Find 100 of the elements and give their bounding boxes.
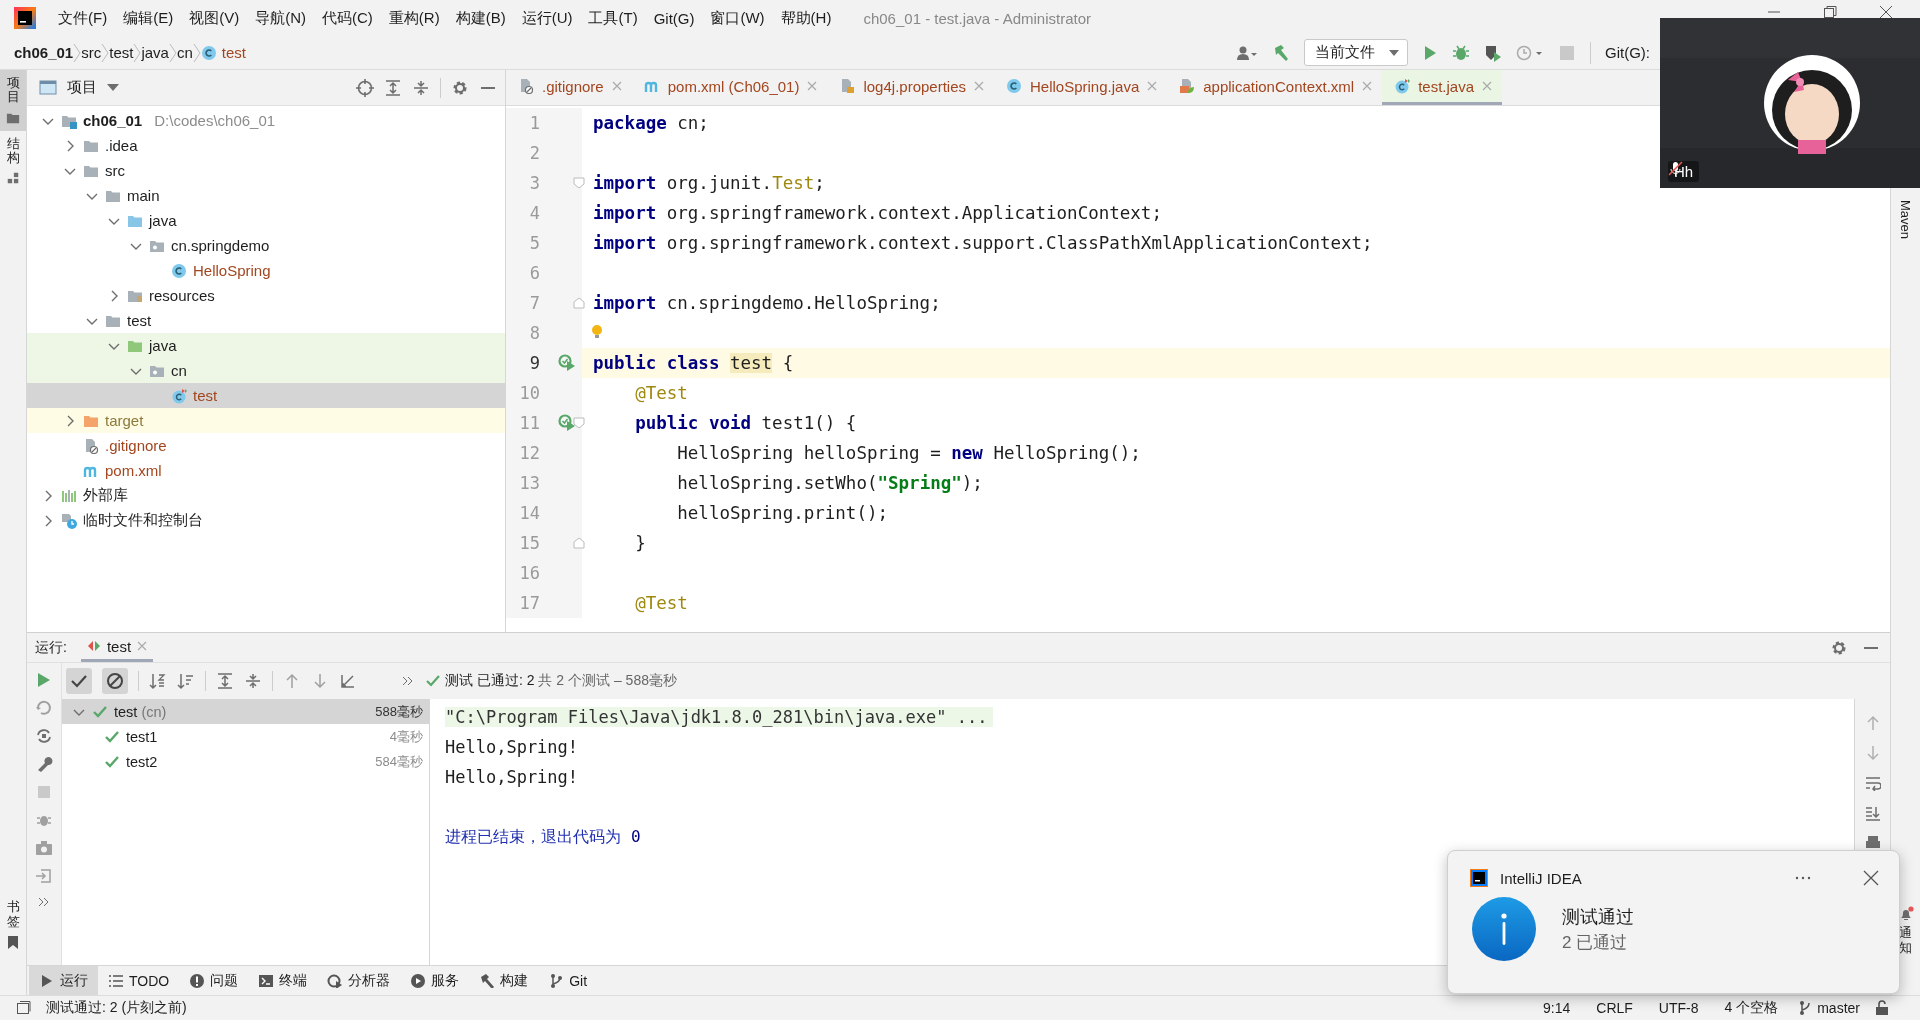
tree-item[interactable]: .idea: [27, 133, 505, 158]
tree-item[interactable]: resources: [27, 283, 505, 308]
sort-alphabetically-icon[interactable]: [149, 672, 167, 690]
menu-item[interactable]: 构建(B): [447, 8, 514, 28]
tree-item[interactable]: src: [27, 158, 505, 183]
tree-item[interactable]: main: [27, 183, 505, 208]
import-tests-icon[interactable]: [339, 672, 357, 690]
tool-window-button[interactable]: 书签: [0, 894, 26, 955]
print-icon[interactable]: [1864, 835, 1881, 849]
tool-window-tab[interactable]: TODO: [98, 966, 180, 995]
tool-window-tab[interactable]: 服务: [400, 966, 470, 995]
expand-all-icon[interactable]: [384, 78, 402, 97]
expand-all-icon[interactable]: [216, 672, 234, 690]
menu-item[interactable]: 窗口(W): [702, 8, 773, 28]
menu-item[interactable]: 代码(C): [314, 8, 381, 28]
toggle-auto-test-icon[interactable]: [35, 727, 53, 745]
arrow-down-icon[interactable]: [311, 672, 329, 690]
tree-item[interactable]: pom.xml: [27, 458, 505, 483]
tool-window-button[interactable]: Maven: [1898, 200, 1913, 240]
status-item[interactable]: CRLF: [1590, 1000, 1639, 1016]
tool-window-tab[interactable]: 问题: [179, 966, 249, 995]
tree-item[interactable]: cn: [27, 358, 505, 383]
tree-item[interactable]: java: [27, 333, 505, 358]
more-icon[interactable]: [401, 674, 415, 688]
scroll-to-end-icon[interactable]: [1864, 805, 1881, 821]
breadcrumb[interactable]: cn: [176, 44, 193, 61]
run-test-icon[interactable]: [558, 414, 576, 432]
tree-item[interactable]: test: [27, 308, 505, 333]
tree-item[interactable]: java: [27, 208, 505, 233]
status-item[interactable]: UTF-8: [1652, 1000, 1705, 1016]
run-test-icon[interactable]: [558, 354, 576, 372]
menu-item[interactable]: 视图(V): [181, 8, 248, 28]
editor-tab[interactable]: .gitignore: [506, 70, 632, 105]
tool-window-button[interactable]: 项目: [0, 70, 26, 131]
more-icon[interactable]: [1795, 875, 1811, 881]
menu-item[interactable]: 编辑(E): [115, 8, 182, 28]
collapse-all-icon[interactable]: [244, 672, 262, 690]
run-tab[interactable]: test: [80, 633, 154, 662]
camera-icon[interactable]: [35, 839, 53, 857]
tree-item[interactable]: 外部库: [27, 483, 505, 508]
breadcrumb[interactable]: test: [200, 44, 246, 61]
tool-window-tab[interactable]: 运行: [29, 966, 98, 995]
menu-item[interactable]: 文件(F): [50, 8, 116, 28]
test-tree-item[interactable]: test2 584毫秒: [62, 749, 429, 774]
more-icon[interactable]: [37, 895, 51, 909]
breadcrumb[interactable]: test: [109, 44, 134, 61]
exit-icon[interactable]: [35, 867, 53, 885]
editor-tab[interactable]: HelloSpring.java: [994, 70, 1168, 105]
rerun-failed-icon[interactable]: [35, 699, 53, 717]
editor-tab[interactable]: test.java: [1382, 70, 1503, 105]
editor-tab[interactable]: log4j.properties: [827, 70, 994, 105]
soft-wrap-icon[interactable]: [1864, 775, 1881, 791]
collapse-all-icon[interactable]: [412, 78, 430, 97]
menu-item[interactable]: 帮助(H): [772, 8, 840, 28]
close-icon[interactable]: [1863, 870, 1879, 886]
tree-item[interactable]: test: [27, 383, 505, 408]
project-view-dropdown[interactable]: 项目: [39, 78, 119, 97]
editor-tab[interactable]: applicationContext.xml: [1167, 70, 1383, 105]
tool-window-tab[interactable]: Git: [538, 966, 598, 995]
hammer-icon[interactable]: [1272, 43, 1290, 62]
breadcrumb[interactable]: src: [81, 44, 102, 61]
tool-windows-icon[interactable]: [16, 1000, 32, 1016]
lightbulb-icon[interactable]: [590, 324, 604, 339]
menu-item[interactable]: 工具(T): [580, 8, 646, 28]
menu-item[interactable]: 导航(N): [247, 8, 314, 28]
editor-tab[interactable]: pom.xml (Ch06_01): [631, 70, 828, 105]
coverage-icon[interactable]: [1484, 43, 1502, 62]
show-ignored-icon[interactable]: [106, 672, 124, 690]
menu-item[interactable]: Git(G): [645, 9, 703, 27]
lock-icon[interactable]: [1874, 1000, 1890, 1016]
user-icon[interactable]: [1236, 44, 1258, 61]
sort-by-duration-icon[interactable]: [177, 672, 195, 690]
branch-widget[interactable]: master: [1798, 1000, 1860, 1016]
menu-item[interactable]: 重构(R): [380, 8, 448, 28]
tool-window-tab[interactable]: 终端: [248, 966, 318, 995]
run-configuration-dropdown[interactable]: 当前文件: [1304, 39, 1408, 66]
line-number: 5: [528, 233, 540, 253]
tree-item[interactable]: HelloSpring: [27, 258, 505, 283]
run-icon[interactable]: [1422, 43, 1438, 62]
breadcrumb[interactable]: java: [141, 44, 169, 61]
tree-item[interactable]: ch06_01 D:\codes\ch06_01: [27, 108, 505, 133]
status-item[interactable]: 4 个空格: [1718, 999, 1785, 1017]
tool-window-tab[interactable]: 分析器: [317, 966, 401, 995]
restore-icon[interactable]: [1822, 4, 1838, 20]
notifications-button[interactable]: 通知: [1897, 906, 1914, 955]
tool-window-tab[interactable]: 构建: [469, 966, 539, 995]
tree-item[interactable]: .gitignore: [27, 433, 505, 458]
tool-window-button[interactable]: 结构: [0, 130, 26, 192]
tree-item[interactable]: target: [27, 408, 505, 433]
menu-item[interactable]: 运行(U): [513, 8, 581, 28]
breadcrumb[interactable]: ch06_01: [14, 44, 74, 61]
close-icon[interactable]: [1878, 4, 1894, 20]
tree-item[interactable]: cn.springdemo: [27, 233, 505, 258]
status-item[interactable]: 9:14: [1537, 1000, 1577, 1016]
tree-item[interactable]: 临时文件和控制台: [27, 508, 505, 533]
bug-icon[interactable]: [1452, 43, 1470, 62]
locate-icon[interactable]: [356, 78, 374, 97]
test-tree-item[interactable]: test (cn) 588毫秒: [62, 699, 429, 724]
app-logo-icon[interactable]: [14, 7, 36, 29]
test-tree-item[interactable]: test1 4毫秒: [62, 724, 429, 749]
